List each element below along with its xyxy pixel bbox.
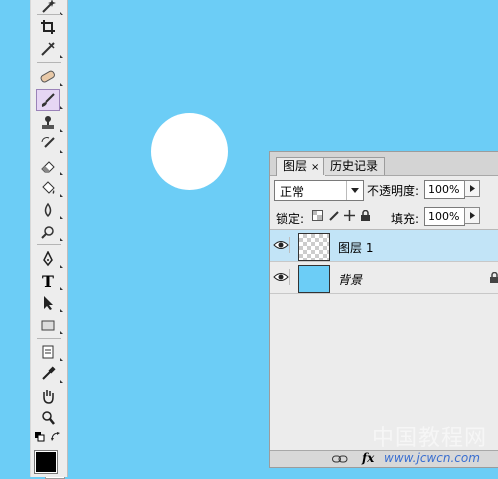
clone-stamp-icon[interactable] xyxy=(37,113,63,133)
eraser-icon[interactable] xyxy=(37,156,63,176)
opacity-slider-button[interactable] xyxy=(464,180,480,197)
paint-bucket-icon[interactable] xyxy=(37,178,63,198)
fx-icon[interactable]: fx xyxy=(362,451,374,465)
panel-tab-bar: 图层 × 历史记录 xyxy=(270,152,498,176)
blend-mode-select[interactable]: 正常 xyxy=(274,180,364,201)
opacity-label: 不透明度: xyxy=(367,184,420,198)
tab-history[interactable]: 历史记录 xyxy=(323,157,386,175)
toolbox: T xyxy=(30,0,68,477)
layer-name: 图层 1 xyxy=(338,241,374,255)
eye-icon[interactable] xyxy=(273,269,290,285)
rectangle-shape-icon[interactable] xyxy=(37,315,63,335)
lock-fill-row: 锁定: 填充: 100% xyxy=(270,204,498,230)
tab-history-label: 历史记录 xyxy=(330,159,379,173)
blend-opacity-row: 正常 不透明度: 100% xyxy=(270,177,498,203)
tab-layers-label: 图层 xyxy=(283,159,308,173)
lock-image-icon[interactable] xyxy=(328,210,339,221)
slice-icon[interactable] xyxy=(37,39,63,59)
close-icon[interactable]: × xyxy=(311,162,319,173)
type-tool-icon[interactable]: T xyxy=(37,271,63,291)
brush-icon[interactable] xyxy=(36,89,63,111)
healing-brush-icon[interactable] xyxy=(37,67,63,87)
layer-name: 背景 xyxy=(338,273,363,287)
watermark: 中国教程网 xyxy=(372,426,488,451)
crop-icon[interactable] xyxy=(37,17,59,37)
blend-mode-value: 正常 xyxy=(280,185,305,199)
lock-transparent-icon[interactable] xyxy=(312,210,323,221)
layer-row-layer1[interactable]: 图层 1 xyxy=(270,230,498,262)
swap-colors-icon[interactable] xyxy=(50,431,62,443)
watermark-url: www.jcwcn.com xyxy=(384,451,480,465)
lock-all-icon[interactable] xyxy=(360,210,371,221)
chevron-down-icon[interactable] xyxy=(346,181,363,200)
zoom-icon[interactable] xyxy=(37,408,59,428)
history-brush-icon[interactable] xyxy=(37,134,63,154)
eyedropper-icon[interactable] xyxy=(37,364,63,384)
fill-slider-button[interactable] xyxy=(464,207,480,224)
path-selection-icon[interactable] xyxy=(37,293,63,313)
left-canvas-strip xyxy=(0,0,30,477)
layer-row-background[interactable]: 背景 xyxy=(270,262,498,294)
eye-icon[interactable] xyxy=(273,237,290,253)
blur-icon[interactable] xyxy=(37,200,63,220)
lock-icon xyxy=(490,272,498,283)
lock-label: 锁定: xyxy=(276,212,305,226)
hand-icon[interactable] xyxy=(37,386,59,406)
fill-field[interactable]: 100% xyxy=(424,207,465,226)
opacity-field[interactable]: 100% xyxy=(424,180,465,199)
white-circle-shape xyxy=(151,113,228,190)
type-tool-glyph: T xyxy=(42,271,54,291)
layer-thumbnail xyxy=(298,233,330,261)
notes-icon[interactable] xyxy=(37,342,63,362)
foreground-color-swatch[interactable] xyxy=(34,450,58,474)
default-colors-icon[interactable] xyxy=(34,431,46,443)
lock-position-icon[interactable] xyxy=(344,210,355,221)
pen-icon[interactable] xyxy=(37,249,63,269)
dodge-icon[interactable] xyxy=(37,222,63,242)
tab-layers[interactable]: 图层 × xyxy=(276,157,327,176)
layer-thumbnail xyxy=(298,265,330,293)
fill-label: 填充: xyxy=(391,212,420,226)
link-layers-icon[interactable] xyxy=(332,455,348,463)
